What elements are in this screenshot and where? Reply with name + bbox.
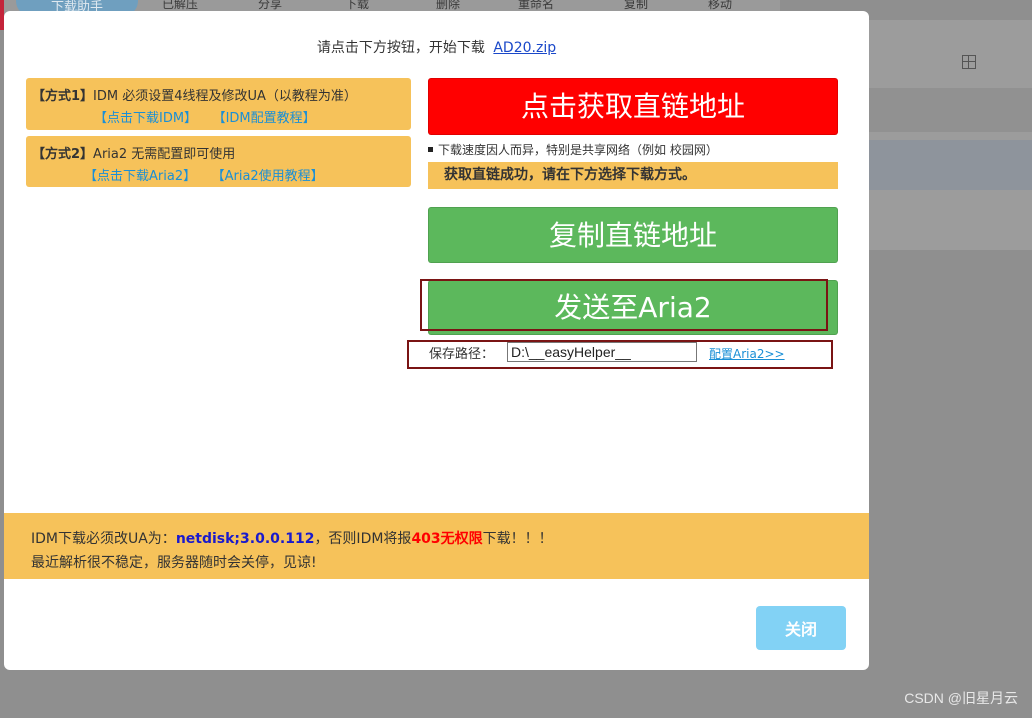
idm-tutorial-link[interactable]: 【IDM配置教程】 [219,111,316,126]
download-aria2-link[interactable]: 【点击下载Aria2】 [84,169,196,184]
modal-title-text: 请点击下方按钮，开始下载 [316,40,485,56]
method1-text: IDM 必须设置4线程及修改UA（以教程为准） [93,89,357,104]
method1-links: 【点击下载IDM】 【IDM配置教程】 [94,107,338,126]
method2-links: 【点击下载Aria2】 【Aria2使用教程】 [84,165,346,184]
watermark: CSDN @旧星月云 [904,690,1018,706]
notice-line1: IDM下载必须改UA为：netdisk;3.0.0.112，否则IDM将报403… [31,528,553,548]
bullet-square-icon [428,147,433,152]
highlight-box-aria2-button [420,279,828,331]
notice-mid: ，否则IDM将报 [314,531,412,547]
notice-suffix: 下载！！！ [482,531,553,547]
aria2-tutorial-link[interactable]: 【Aria2使用教程】 [218,169,324,184]
file-name-link[interactable]: AD20.zip [493,40,556,56]
get-direct-link-button[interactable]: 点击获取直链地址 [428,78,838,135]
method2-tag: 【方式2】 [32,147,94,162]
method1-box: 【方式1】IDM 必须设置4线程及修改UA（以教程为准） 【点击下载IDM】 【I… [26,78,411,130]
speed-note: 下载速度因人而异，特别是共享网络（例如 校园网） [428,141,718,158]
notice-line2: 最近解析很不稳定，服务器随时会关停，见谅! [31,555,317,571]
grid-view-icon[interactable] [962,55,976,69]
notice-banner: IDM下载必须改UA为：netdisk;3.0.0.112，否则IDM将报403… [4,513,869,579]
copy-direct-link-button[interactable]: 复制直链地址 [428,207,838,263]
success-message: 获取直链成功，请在下方选择下载方式。 [428,162,838,189]
background-band [869,88,1032,132]
download-modal: 请点击下方按钮，开始下载 AD20.zip 【方式1】IDM 必须设置4线程及修… [4,11,869,670]
deny-text: 403无权限 [411,531,483,547]
modal-title: 请点击下方按钮，开始下载 AD20.zip [4,37,869,57]
background-selected-row [869,140,1032,190]
speed-note-text: 下载速度因人而异，特别是共享网络（例如 校园网） [438,143,718,157]
ua-value: netdisk;3.0.0.112 [175,531,315,547]
notice-prefix: IDM下载必须改UA为： [31,531,176,547]
background-right-panel [869,20,1032,250]
method2-text: Aria2 无需配置即可使用 [93,147,236,162]
method1-tag: 【方式1】 [32,89,94,104]
download-idm-link[interactable]: 【点击下载IDM】 [94,111,197,126]
method2-box: 【方式2】Aria2 无需配置即可使用 【点击下载Aria2】 【Aria2使用教… [26,136,411,187]
close-button[interactable]: 关闭 [756,606,846,650]
highlight-box-save-path [407,340,833,369]
method1-description: 【方式1】IDM 必须设置4线程及修改UA（以教程为准） [32,85,357,104]
method2-description: 【方式2】Aria2 无需配置即可使用 [32,143,235,162]
